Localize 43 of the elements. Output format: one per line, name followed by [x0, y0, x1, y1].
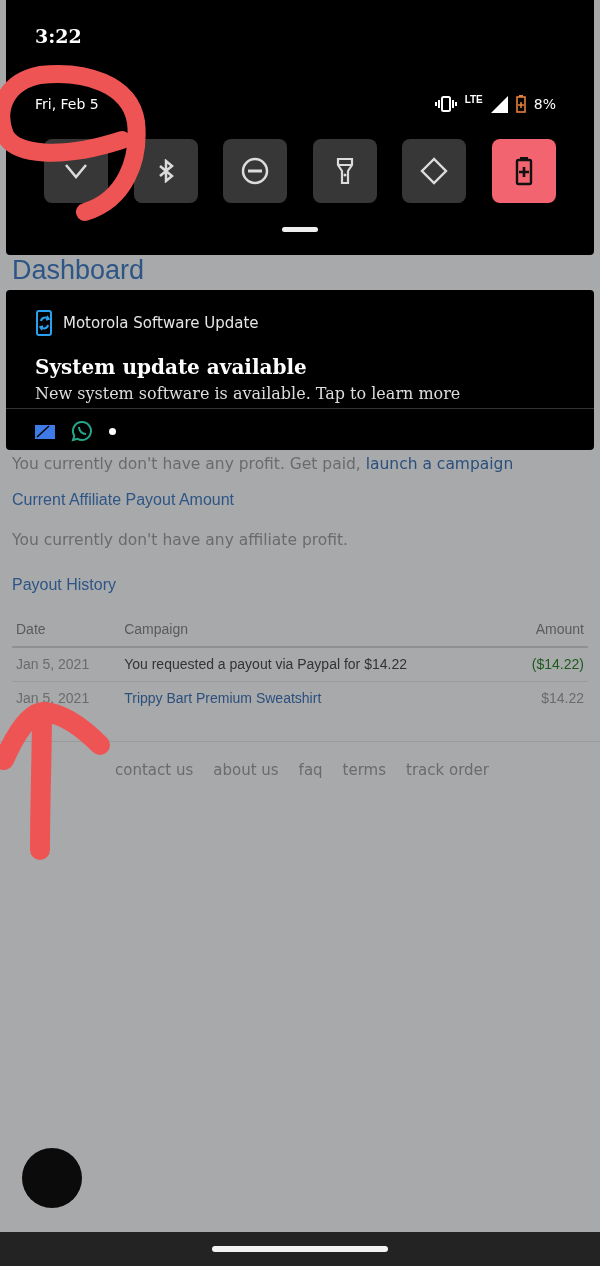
- date-text: Fri, Feb 5: [35, 94, 99, 114]
- bluetooth-icon: [157, 158, 174, 183]
- signal-icon: [490, 95, 508, 113]
- amount-cell: $14.22: [507, 681, 588, 715]
- page-heading: Dashboard: [12, 257, 145, 284]
- section-heading: Payout History: [12, 575, 117, 593]
- section-heading: Current Affiliate Payout Amount: [12, 491, 235, 509]
- chat-bubble-icon: [71, 420, 93, 442]
- column-header: Date: [12, 612, 121, 647]
- campaign-link[interactable]: Trippy Bart Premium Sweatshirt: [120, 681, 508, 715]
- vibrate-icon: [434, 96, 457, 112]
- news-app-icon: [35, 423, 55, 439]
- clock-time: 3:22: [35, 25, 82, 47]
- footer-link[interactable]: contact us: [115, 760, 194, 779]
- footer-link[interactable]: track order: [406, 760, 489, 779]
- column-header: Amount: [507, 612, 588, 647]
- network-type: LTE: [464, 92, 483, 107]
- drag-handle[interactable]: [282, 226, 318, 232]
- quick-setting-tile[interactable]: [312, 138, 377, 203]
- battery-icon: [515, 95, 526, 113]
- more-dot-icon: [109, 427, 116, 435]
- floating-button[interactable]: [22, 1148, 82, 1208]
- notification-app-name: Motorola Software Update: [63, 312, 259, 334]
- profit-text: You currently don't have any profit. Get paid, launch a campaign: [12, 455, 514, 473]
- quick-setting-tile[interactable]: [133, 138, 198, 203]
- campaign-link[interactable]: launch a campaign: [365, 455, 514, 473]
- affiliate-text: You currently don't have any affiliate profit.: [12, 531, 348, 550]
- footer-link[interactable]: faq: [298, 760, 323, 779]
- notification-card[interactable]: Motorola Software Update System update available New system software is available. Tap to learn more: [6, 290, 594, 450]
- date-cell: Jan 5, 2021: [12, 646, 121, 681]
- quick-setting-tile[interactable]: [223, 138, 288, 203]
- campaign-cell: You requested a payout via Paypal for $14.22: [120, 646, 508, 681]
- battery-percent: 8%: [533, 94, 556, 114]
- quick-setting-tile[interactable]: [491, 138, 556, 203]
- amount-cell: ($14.22): [507, 646, 588, 681]
- footer-link[interactable]: about us: [213, 760, 279, 779]
- column-header: Campaign: [120, 612, 508, 647]
- quick-setting-tile[interactable]: [402, 138, 467, 203]
- footer-link[interactable]: terms: [342, 760, 387, 779]
- phone-update-icon: [35, 310, 55, 336]
- notification-title: System update available: [35, 355, 307, 379]
- home-handle[interactable]: [212, 1246, 388, 1252]
- notification-text: New system software is available. Tap to learn more: [35, 384, 461, 404]
